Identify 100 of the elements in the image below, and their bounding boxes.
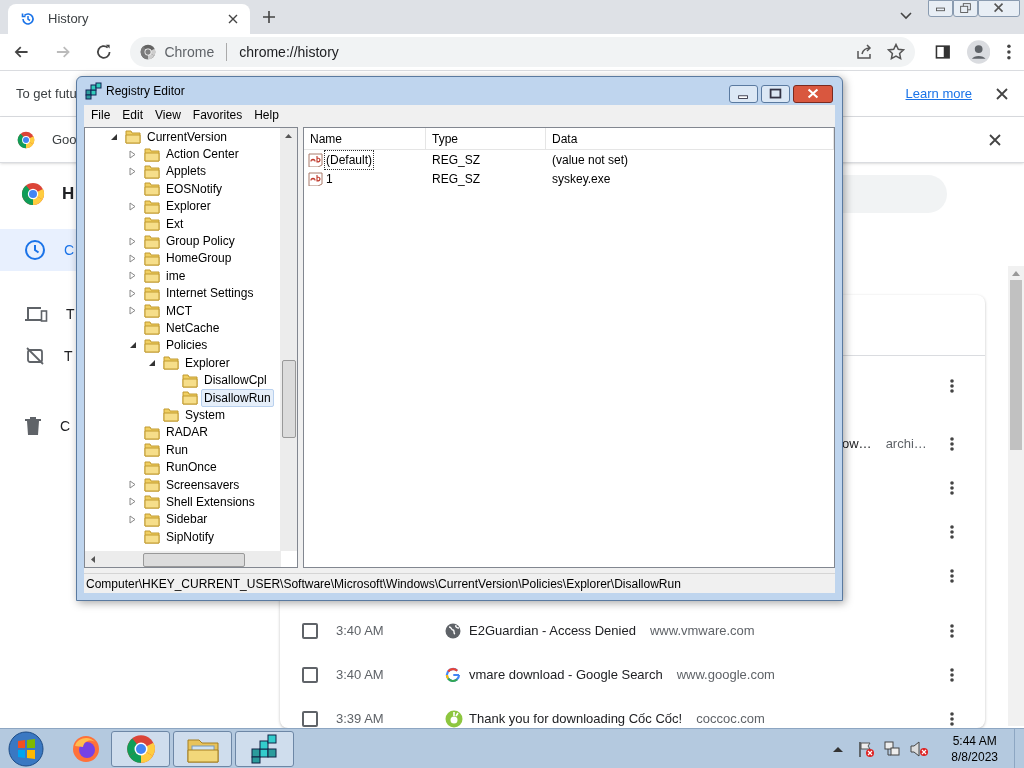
tree-item[interactable]: Sidebar: [163, 510, 211, 529]
page-title[interactable]: ow…: [842, 434, 872, 454]
close-icon[interactable]: [228, 14, 238, 24]
more-icon[interactable]: [950, 668, 954, 682]
tree-item[interactable]: DisallowCpl: [201, 371, 270, 390]
show-hidden-icons[interactable]: [833, 745, 844, 752]
taskbar-button[interactable]: [235, 730, 294, 767]
value-name[interactable]: (Default): [325, 150, 373, 169]
menu-item[interactable]: Favorites: [187, 106, 248, 124]
star-icon[interactable]: [887, 43, 906, 61]
speaker-icon[interactable]: [909, 739, 930, 758]
close-button[interactable]: [978, 0, 1020, 17]
minimize-button[interactable]: [928, 0, 953, 17]
share-icon[interactable]: [855, 43, 874, 61]
network-icon[interactable]: [883, 739, 902, 758]
tree-item[interactable]: RADAR: [163, 423, 211, 442]
caret-icon[interactable]: [900, 12, 912, 20]
new-tab-icon[interactable]: [262, 10, 276, 24]
horizontal-scrollbar[interactable]: [85, 551, 281, 567]
tree-item[interactable]: Applets: [163, 162, 210, 181]
browser-tab[interactable]: History: [8, 4, 250, 34]
restore-button[interactable]: [953, 0, 978, 17]
nav-item[interactable]: C: [0, 405, 76, 447]
flag-icon[interactable]: [857, 739, 876, 758]
clock-date[interactable]: 8/8/2023: [951, 748, 998, 765]
tree-item[interactable]: CurrentVersion: [144, 128, 231, 146]
collapse-arrow-icon[interactable]: [148, 358, 156, 367]
nav-item[interactable]: T: [0, 293, 76, 335]
tree-item[interactable]: Internet Settings: [163, 284, 257, 303]
collapse-arrow-icon[interactable]: [110, 132, 118, 141]
profile-icon[interactable]: [966, 40, 991, 64]
start-button[interactable]: [6, 729, 46, 768]
expand-arrow-icon[interactable]: [129, 480, 136, 489]
page-title[interactable]: E2Guardian - Access Denied: [469, 621, 636, 641]
clock-time[interactable]: 5:44 AM: [952, 732, 997, 749]
expand-arrow-icon[interactable]: [129, 288, 136, 298]
address-bar[interactable]: Chrome chrome://history: [130, 37, 916, 67]
tree-item[interactable]: Action Center: [163, 145, 242, 164]
expand-arrow-icon[interactable]: [129, 149, 136, 159]
tree-item[interactable]: Ext: [163, 214, 187, 233]
side-panel-icon[interactable]: [935, 44, 951, 60]
tree-item[interactable]: System: [182, 405, 228, 424]
close-icon[interactable]: [989, 133, 1001, 146]
scrollbar[interactable]: [1008, 266, 1024, 726]
taskbar-button[interactable]: [111, 730, 170, 767]
collapse-arrow-icon[interactable]: [129, 341, 137, 350]
vertical-scrollbar[interactable]: [280, 128, 297, 551]
more-icon[interactable]: [950, 481, 954, 495]
learn-more-link[interactable]: Learn more: [905, 83, 972, 104]
scrollbar-thumb[interactable]: [1010, 280, 1022, 450]
page-title[interactable]: Thank you for downloading Cốc Cốc!: [469, 709, 683, 728]
tree-item[interactable]: Group Policy: [163, 232, 238, 251]
row-checkbox[interactable]: [302, 667, 318, 683]
nav-item[interactable]: T: [0, 335, 76, 377]
tree-item[interactable]: DisallowRun: [201, 388, 274, 407]
page-title[interactable]: vmare download - Google Search: [469, 665, 663, 685]
tree-item[interactable]: HomeGroup: [163, 249, 235, 268]
expand-arrow-icon[interactable]: [129, 253, 136, 263]
scrollbar-thumb[interactable]: [143, 552, 245, 567]
tree-item[interactable]: MCT: [163, 301, 195, 320]
tree-item[interactable]: RunOnce: [163, 458, 220, 477]
expand-arrow-icon[interactable]: [129, 201, 136, 211]
menu-item[interactable]: View: [150, 106, 186, 124]
tree-item[interactable]: Explorer: [182, 353, 233, 372]
more-icon[interactable]: [950, 437, 954, 451]
menu-item[interactable]: File: [86, 106, 116, 124]
more-icon[interactable]: [950, 525, 954, 539]
tree-item[interactable]: Explorer: [163, 197, 214, 216]
row-checkbox[interactable]: [302, 623, 318, 639]
tree-item[interactable]: EOSNotify: [163, 179, 225, 198]
more-icon[interactable]: [950, 624, 954, 638]
tree-item[interactable]: Run: [163, 440, 191, 459]
close-icon[interactable]: [996, 87, 1008, 100]
expand-arrow-icon[interactable]: [129, 497, 136, 507]
expand-arrow-icon[interactable]: [129, 306, 136, 316]
search-field[interactable]: [843, 175, 947, 213]
tree-item[interactable]: NetCache: [163, 319, 223, 337]
scroll-left-icon[interactable]: [90, 556, 95, 563]
expand-arrow-icon[interactable]: [129, 166, 136, 176]
tree-item[interactable]: SipNotify: [163, 527, 218, 546]
expand-arrow-icon[interactable]: [129, 514, 136, 524]
tree-item[interactable]: Screensavers: [163, 475, 243, 494]
more-icon[interactable]: [950, 569, 954, 583]
menu-icon[interactable]: [1006, 43, 1012, 61]
minimize-button[interactable]: [729, 85, 758, 103]
menu-item[interactable]: Help: [249, 106, 284, 124]
scroll-up-icon[interactable]: [285, 133, 292, 138]
nav-item[interactable]: C: [0, 229, 76, 271]
column-header[interactable]: Name: [304, 128, 426, 149]
close-button[interactable]: [793, 85, 833, 103]
column-header[interactable]: Type: [426, 128, 546, 149]
column-header[interactable]: Data: [546, 128, 834, 149]
tree-item[interactable]: Shell Extensions: [163, 492, 258, 511]
scrollbar-thumb[interactable]: [281, 360, 296, 438]
expand-arrow-icon[interactable]: [129, 236, 136, 246]
reload-icon[interactable]: [94, 43, 113, 61]
tree-item[interactable]: Policies: [163, 336, 211, 355]
more-icon[interactable]: [950, 379, 954, 393]
maximize-button[interactable]: [761, 85, 790, 103]
value-name[interactable]: 1: [325, 169, 334, 188]
